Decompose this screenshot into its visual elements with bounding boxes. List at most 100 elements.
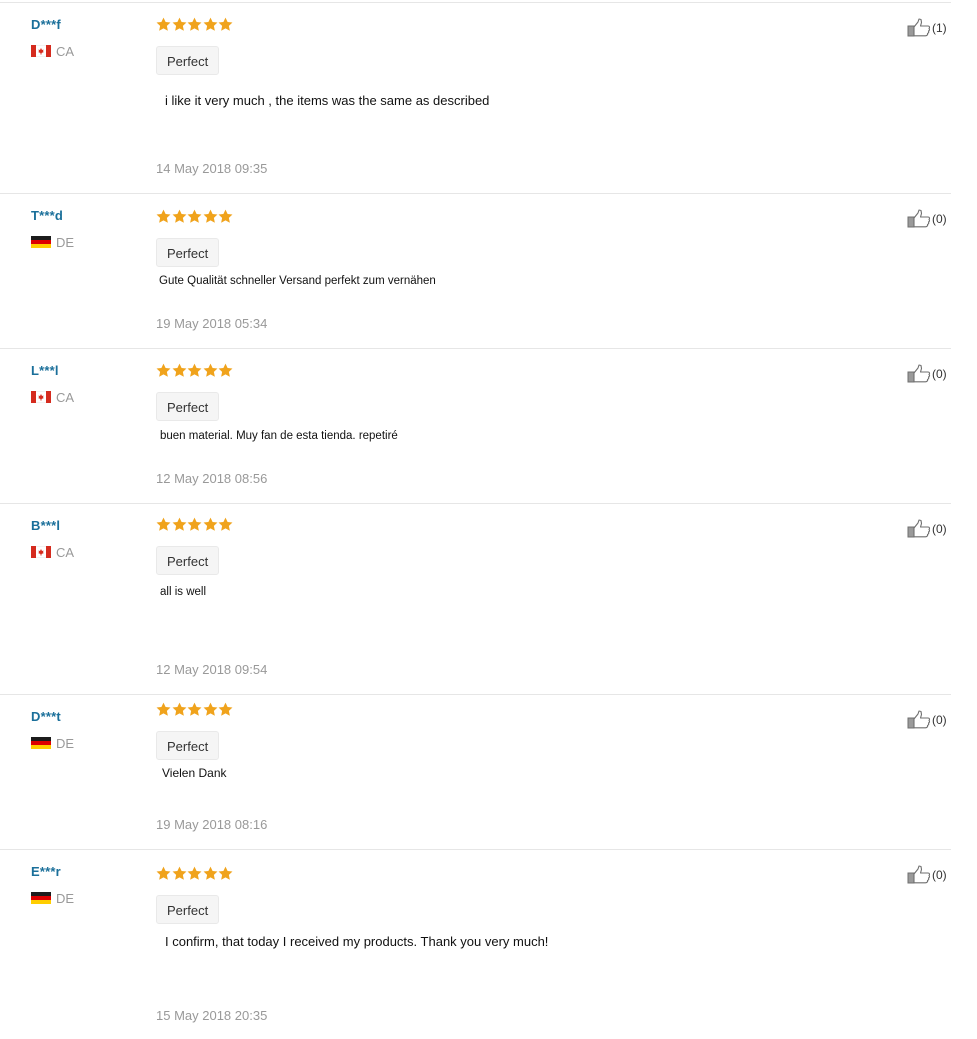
star-rating <box>156 866 234 882</box>
germany-flag-icon <box>31 236 51 248</box>
country-code: CA <box>56 389 75 405</box>
reviewer-name[interactable]: E***r <box>31 864 61 879</box>
review-date: 12 May 2018 09:54 <box>156 662 268 677</box>
review-divider <box>0 193 951 194</box>
helpful-button[interactable]: (0) <box>907 364 947 383</box>
reviewer-country: DE <box>31 890 75 906</box>
star-icon <box>203 17 218 32</box>
star-icon <box>218 363 233 378</box>
star-rating <box>156 209 234 225</box>
reviewer-country: CA <box>31 544 75 560</box>
helpful-count: (1) <box>932 20 947 35</box>
helpful-button[interactable]: (0) <box>907 710 947 729</box>
star-icon <box>218 209 233 224</box>
reviewer-name[interactable]: B***l <box>31 518 60 533</box>
review-date: 19 May 2018 05:34 <box>156 316 268 331</box>
star-icon <box>187 702 202 717</box>
star-rating <box>156 702 234 718</box>
review-text: I confirm, that today I received my prod… <box>165 934 549 949</box>
star-icon <box>218 866 233 881</box>
star-icon <box>218 17 233 32</box>
germany-flag-icon <box>31 737 51 749</box>
canada-flag-icon <box>31 391 51 403</box>
country-code: DE <box>56 234 75 250</box>
review-divider <box>0 694 951 695</box>
star-icon <box>156 702 171 717</box>
star-icon <box>203 363 218 378</box>
review-text: Vielen Dank <box>162 766 227 780</box>
review-text: all is well <box>160 586 207 598</box>
helpful-button[interactable]: (0) <box>907 865 947 884</box>
star-icon <box>172 363 187 378</box>
star-icon <box>172 702 187 717</box>
star-icon <box>187 209 202 224</box>
star-icon <box>187 17 202 32</box>
star-icon <box>187 363 202 378</box>
reviewer-name[interactable]: D***f <box>31 17 61 32</box>
review-divider <box>0 849 951 850</box>
review-date: 12 May 2018 08:56 <box>156 471 268 486</box>
country-code: CA <box>56 43 75 59</box>
star-icon <box>156 363 171 378</box>
star-icon <box>203 866 218 881</box>
helpful-button[interactable]: (1) <box>907 18 947 37</box>
helpful-count: (0) <box>932 366 947 381</box>
review-list: D***f CA Perfect i like it very much , t… <box>0 0 977 1039</box>
star-icon <box>172 17 187 32</box>
star-icon <box>187 517 202 532</box>
thumbs-up-icon <box>907 209 931 228</box>
reviewer-country: DE <box>31 735 75 751</box>
star-icon <box>156 866 171 881</box>
thumbs-up-icon <box>907 364 931 383</box>
reviewer-name[interactable]: L***l <box>31 363 59 378</box>
reviewer-name[interactable]: T***d <box>31 208 63 223</box>
helpful-button[interactable]: (0) <box>907 209 947 228</box>
review-divider <box>0 348 951 349</box>
star-icon <box>203 517 218 532</box>
review-tag: Perfect <box>156 731 220 760</box>
review-divider <box>0 503 951 504</box>
reviewer-country: CA <box>31 43 75 59</box>
thumbs-up-icon <box>907 18 931 37</box>
review-divider <box>0 2 951 3</box>
star-icon <box>156 17 171 32</box>
thumbs-up-icon <box>907 710 931 729</box>
star-rating <box>156 363 234 379</box>
star-icon <box>172 866 187 881</box>
star-rating <box>156 17 234 33</box>
review-tag: Perfect <box>156 238 220 267</box>
star-icon <box>218 702 233 717</box>
helpful-button[interactable]: (0) <box>907 519 947 538</box>
review-text: Gute Qualität schneller Versand perfekt … <box>159 275 436 287</box>
country-code: CA <box>56 544 75 560</box>
review-tag: Perfect <box>156 546 220 575</box>
star-icon <box>218 517 233 532</box>
country-code: DE <box>56 735 75 751</box>
star-icon <box>172 209 187 224</box>
star-icon <box>156 517 171 532</box>
review-date: 14 May 2018 09:35 <box>156 161 268 176</box>
reviewer-country: CA <box>31 389 75 405</box>
review-text: buen material. Muy fan de esta tienda. r… <box>160 430 398 442</box>
germany-flag-icon <box>31 892 51 904</box>
review-text: i like it very much , the items was the … <box>165 93 490 108</box>
review-date: 19 May 2018 08:16 <box>156 817 268 832</box>
star-icon <box>203 702 218 717</box>
helpful-count: (0) <box>932 712 947 727</box>
canada-flag-icon <box>31 546 51 558</box>
thumbs-up-icon <box>907 865 931 884</box>
thumbs-up-icon <box>907 519 931 538</box>
country-code: DE <box>56 890 75 906</box>
review-date: 15 May 2018 20:35 <box>156 1008 268 1023</box>
reviewer-name[interactable]: D***t <box>31 709 61 724</box>
star-icon <box>203 209 218 224</box>
star-rating <box>156 517 234 533</box>
helpful-count: (0) <box>932 211 947 226</box>
helpful-count: (0) <box>932 521 947 536</box>
review-tag: Perfect <box>156 46 220 75</box>
reviewer-country: DE <box>31 234 75 250</box>
star-icon <box>156 209 171 224</box>
review-tag: Perfect <box>156 392 220 421</box>
star-icon <box>187 866 202 881</box>
star-icon <box>172 517 187 532</box>
